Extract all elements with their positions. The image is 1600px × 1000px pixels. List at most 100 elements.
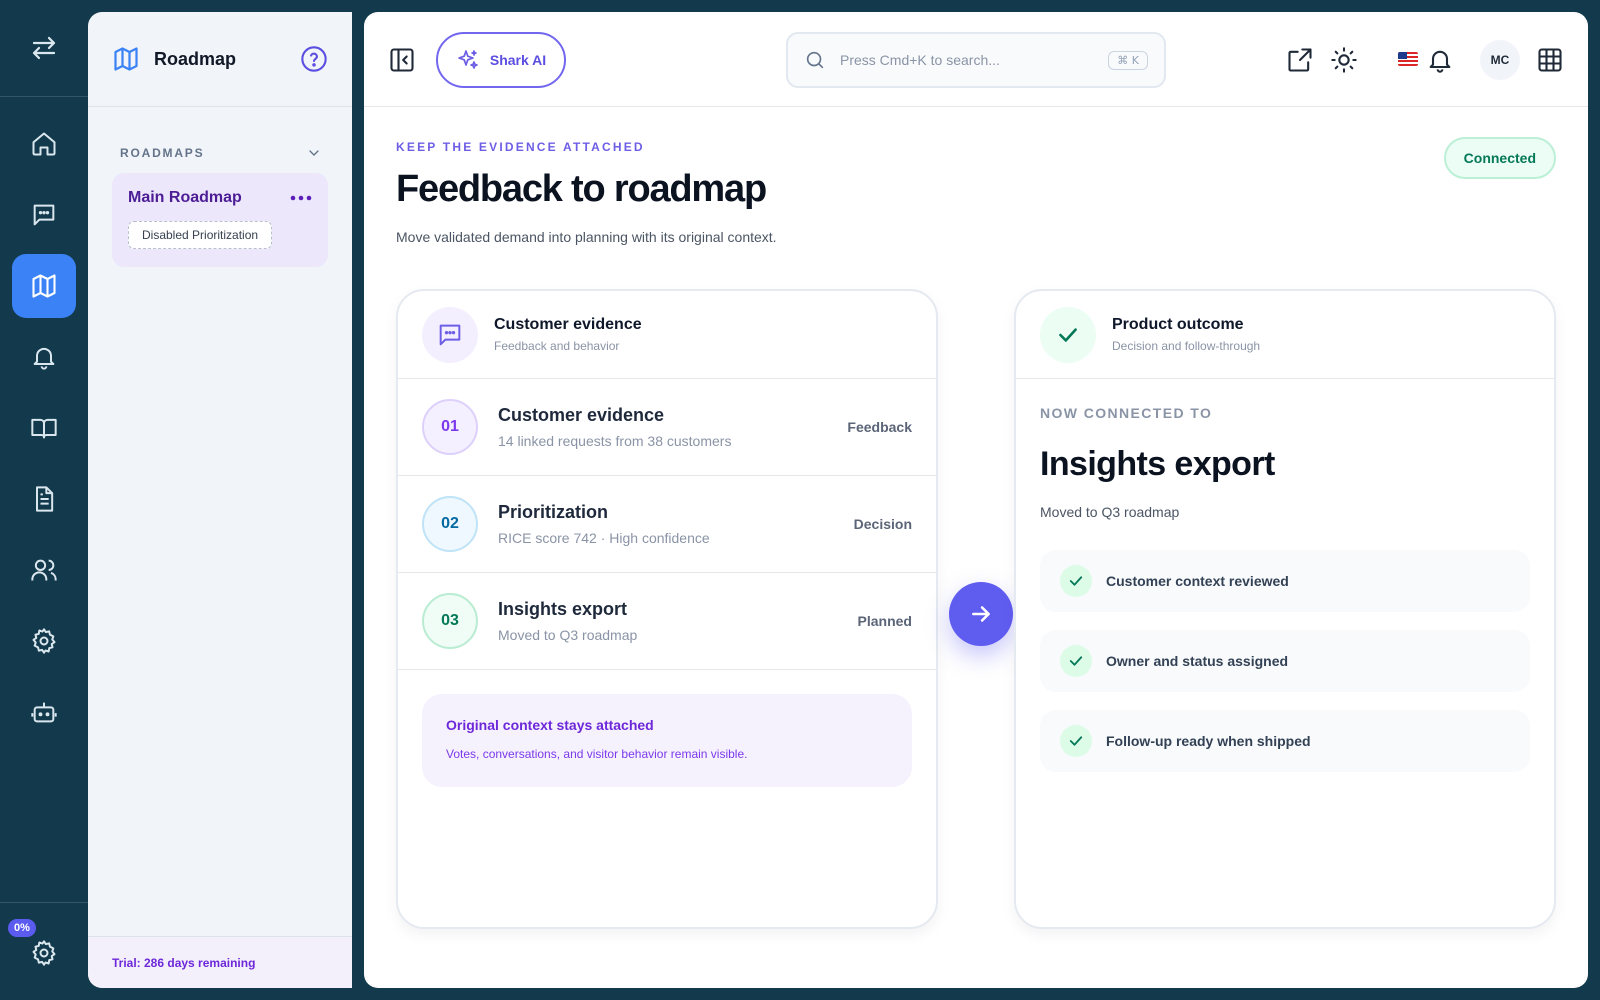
top-bar: Shark AI ⌘ K MC xyxy=(364,12,1588,107)
outcome-headline-subtitle: Moved to Q3 roadmap xyxy=(1040,504,1180,520)
status-badge: Connected xyxy=(1443,137,1556,179)
step-tag: Planned xyxy=(857,613,912,629)
rail-item-docs[interactable] xyxy=(12,396,76,460)
gear-icon xyxy=(32,628,56,654)
check-icon xyxy=(1060,725,1092,757)
shark-ai-button[interactable]: Shark AI xyxy=(436,32,566,88)
list-item: Customer context reviewed xyxy=(1040,550,1530,612)
help-icon[interactable] xyxy=(300,45,328,73)
check-icon xyxy=(1040,306,1096,363)
home-icon xyxy=(32,132,56,156)
rail-item-users[interactable] xyxy=(12,538,76,602)
list-item: Follow-up ready when shipped xyxy=(1040,710,1530,772)
step-subtitle: Moved to Q3 roadmap xyxy=(498,627,638,643)
rail-header xyxy=(0,0,88,97)
swap-arrows-icon[interactable] xyxy=(29,33,59,63)
step-number: 03 xyxy=(422,593,478,649)
roadmap-name: Main Roadmap xyxy=(128,189,242,206)
context-subtitle: Votes, conversations, and visitor behavi… xyxy=(446,747,748,761)
step-row-planned[interactable]: 03 Insights export Moved to Q3 roadmap P… xyxy=(398,573,936,670)
sidebar-title: Roadmap xyxy=(154,48,237,69)
trial-banner[interactable]: Trial: 286 days remaining xyxy=(88,936,352,988)
check-icon xyxy=(1060,565,1092,597)
rail-item-notifications[interactable] xyxy=(12,325,76,389)
outcome-card-title: Product outcome xyxy=(1112,316,1244,333)
prioritization-status-pill: Disabled Prioritization xyxy=(128,221,273,249)
document-icon xyxy=(36,486,54,512)
rail-item-automation[interactable] xyxy=(12,680,76,744)
sparkle-icon xyxy=(458,50,478,69)
step-tag: Feedback xyxy=(847,419,912,435)
users-icon xyxy=(31,559,57,581)
arrow-right-icon xyxy=(972,606,990,622)
map-icon xyxy=(114,47,138,71)
roadmap-sidebar: Roadmap ROADMAPS Main Roadmap Disabled P… xyxy=(88,12,352,988)
roadmap-item-main[interactable]: Main Roadmap Disabled Prioritization xyxy=(112,173,328,267)
user-avatar[interactable]: MC xyxy=(1480,40,1520,80)
sidebar-header: Roadmap xyxy=(88,12,352,107)
sidebar-collapse-icon[interactable] xyxy=(388,46,416,74)
step-tag: Decision xyxy=(853,516,912,532)
section-label: ROADMAPS xyxy=(120,146,205,160)
roadmaps-section-header[interactable]: ROADMAPS xyxy=(88,145,352,161)
step-subtitle: 14 linked requests from 38 customers xyxy=(498,433,732,449)
trial-text: Trial: 286 days remaining xyxy=(112,955,256,970)
chat-icon xyxy=(422,306,478,363)
step-number: 02 xyxy=(422,496,478,552)
step-subtitle: RICE score 742 · High confidence xyxy=(498,530,710,546)
check-icon xyxy=(1060,645,1092,677)
outcome-headline: Insights export xyxy=(1040,445,1275,483)
evidence-card-title: Customer evidence xyxy=(494,316,642,333)
apps-grid-icon[interactable] xyxy=(1536,46,1564,74)
shark-ai-label: Shark AI xyxy=(489,52,547,68)
step-title: Customer evidence xyxy=(498,405,665,425)
external-link-icon[interactable] xyxy=(1286,46,1314,74)
rail-footer: 0% xyxy=(0,902,88,1000)
product-outcome-card: Product outcome Decision and follow-thro… xyxy=(1014,289,1556,929)
check-label: Customer context reviewed xyxy=(1106,573,1289,589)
progress-badge: 0% xyxy=(8,919,36,937)
rail-item-home[interactable] xyxy=(12,112,76,176)
page-subtitle: Move validated demand into planning with… xyxy=(396,229,777,245)
step-row-decision[interactable]: 02 Prioritization RICE score 742 · High … xyxy=(398,476,936,573)
evidence-card-header: Customer evidence Feedback and behavior xyxy=(398,291,936,379)
feedback-roadmap-section: KEEP THE EVIDENCE ATTACHED Feedback to r… xyxy=(396,137,1556,929)
more-options-icon[interactable] xyxy=(290,194,312,202)
section-eyebrow: KEEP THE EVIDENCE ATTACHED xyxy=(396,140,645,154)
search-shortcut-hint: ⌘ K xyxy=(1108,50,1148,70)
icon-rail: 0% xyxy=(0,0,88,1000)
outcome-card-subtitle: Decision and follow-through xyxy=(1112,339,1261,353)
search-input[interactable] xyxy=(840,52,1109,68)
evidence-card-subtitle: Feedback and behavior xyxy=(494,339,620,353)
step-number: 01 xyxy=(422,399,478,455)
book-icon xyxy=(31,418,57,439)
search-box[interactable]: ⌘ K xyxy=(786,32,1166,88)
chat-icon xyxy=(33,204,55,226)
us-flag-icon[interactable] xyxy=(1398,52,1418,66)
page-title: Feedback to roadmap xyxy=(396,168,767,210)
rail-item-settings[interactable] xyxy=(12,609,76,673)
bell-icon[interactable] xyxy=(1426,46,1454,74)
step-row-feedback[interactable]: 01 Customer evidence 14 linked requests … xyxy=(398,379,936,476)
list-item: Owner and status assigned xyxy=(1040,630,1530,692)
outcome-checklist: Customer context reviewed Owner and stat… xyxy=(1040,550,1530,772)
customer-evidence-card: Customer evidence Feedback and behavior … xyxy=(396,289,938,929)
search-icon xyxy=(806,51,824,69)
main-panel: Shark AI ⌘ K MC KEEP xyxy=(364,12,1588,988)
map-icon xyxy=(32,274,56,298)
gear-icon xyxy=(32,940,56,966)
rail-item-feedback[interactable] xyxy=(12,183,76,247)
outcome-body: NOW CONNECTED TO Insights export Moved t… xyxy=(1016,379,1554,772)
check-label: Follow-up ready when shipped xyxy=(1106,733,1311,749)
robot-icon xyxy=(31,702,57,723)
step-title: Insights export xyxy=(498,599,628,619)
context-title: Original context stays attached xyxy=(446,717,654,733)
sun-icon[interactable] xyxy=(1330,46,1358,74)
outcome-eyebrow: NOW CONNECTED TO xyxy=(1040,405,1213,421)
connect-arrow-button[interactable] xyxy=(949,582,1013,646)
check-label: Owner and status assigned xyxy=(1106,653,1289,669)
outcome-card-header: Product outcome Decision and follow-thro… xyxy=(1016,291,1554,379)
rail-item-changelog[interactable] xyxy=(12,467,76,531)
chevron-down-icon[interactable] xyxy=(306,145,322,161)
rail-item-roadmap[interactable] xyxy=(12,254,76,318)
